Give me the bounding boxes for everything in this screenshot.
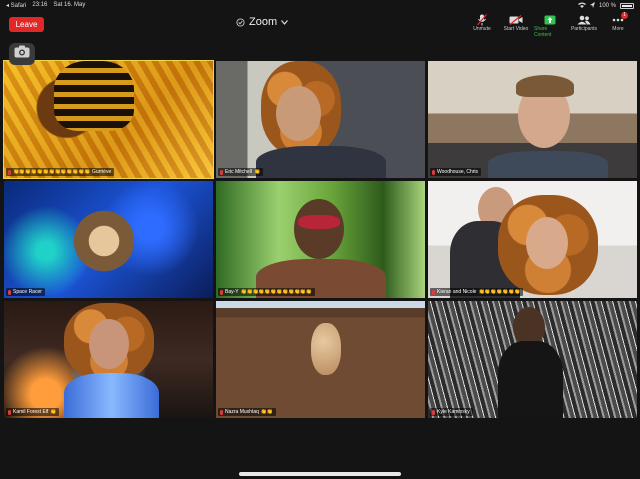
mic-off-icon [475, 14, 489, 26]
participant-name: Eric Mitchell [225, 169, 252, 175]
video-tile-active-speaker[interactable]: 👏👏👏👏👏👏👏👏👏👏👏👏👏 Gurriève [3, 60, 214, 179]
mic-muted-icon [220, 289, 223, 295]
shield-icon [236, 17, 245, 27]
meeting-title[interactable]: Zoom [236, 16, 289, 28]
share-screen-icon [543, 14, 557, 26]
participant-body [498, 341, 563, 418]
mic-muted-icon [220, 169, 223, 175]
participant-face [89, 319, 129, 369]
video-feed [74, 201, 134, 281]
participants-button[interactable]: Participants [568, 14, 600, 38]
reaction-emojis: 👏 [253, 169, 260, 175]
participant-name: Gurriève [92, 169, 112, 175]
more-icon: 1 [611, 12, 628, 26]
participant-body [256, 146, 386, 178]
share-content-label: Share Content [534, 26, 552, 38]
participant-body [64, 373, 159, 418]
leave-button[interactable]: Leave [9, 17, 44, 32]
video-tile[interactable]: Kyle Kaminsky [428, 301, 637, 418]
location-icon [589, 2, 595, 10]
mic-muted-icon [432, 409, 435, 415]
participant-name: Space Racer [13, 289, 42, 295]
participant-name-tag: Space Racer [6, 288, 45, 296]
participant-name-tag: Eric Mitchell 👏 [218, 168, 263, 176]
participant-name-tag: 👏👏👏👏👏👏👏👏👏👏👏👏👏 Gurriève [6, 168, 115, 176]
video-tile[interactable]: Kamil Forest Elf 👏 [4, 301, 213, 418]
participant-name-tag: Kyle Kaminsky [430, 408, 473, 416]
video-tile[interactable]: Space Racer [4, 181, 213, 298]
more-label: More [612, 26, 624, 32]
meeting-toolbar: Unmute Start Video Share Content Partici… [466, 12, 634, 38]
chevron-down-icon [281, 19, 289, 25]
battery-icon [620, 3, 634, 9]
video-tile[interactable]: Woodhouse, Chris [428, 61, 637, 178]
participant-face [526, 217, 568, 269]
reaction-emojis: 👏 [50, 409, 57, 415]
video-tile[interactable]: Kieran and Nicole 👏👏👏👏👏👏👏 [428, 181, 637, 298]
meeting-top-bar: Leave Zoom Unmute Start Video Share Cont… [0, 12, 640, 38]
participant-name-tag: Kieran and Nicole 👏👏👏👏👏👏👏 [430, 288, 523, 296]
mic-muted-icon [8, 169, 11, 175]
video-tile[interactable]: Eric Mitchell 👏 [216, 61, 425, 178]
mic-muted-icon [432, 169, 435, 175]
video-feed [311, 323, 341, 375]
participant-face [276, 86, 321, 141]
switch-camera-button[interactable] [9, 43, 35, 65]
participants-icon [577, 14, 591, 26]
battery-level: 100 % [598, 3, 616, 9]
participant-name: Kamil Forest Elf [13, 409, 49, 415]
participants-label: Participants [570, 26, 598, 32]
reaction-emojis: 👏👏👏👏👏👏👏👏👏👏👏👏 [240, 289, 312, 295]
meeting-title-text: Zoom [249, 16, 278, 28]
mic-muted-icon [432, 289, 435, 295]
mask [298, 215, 340, 229]
reaction-emojis: 👏👏 [260, 409, 273, 415]
participant-name-tag: Nazra Mushtaq 👏👏 [218, 408, 276, 416]
reaction-emojis: 👏👏👏👏👏👏👏 [478, 289, 520, 295]
video-grid: 👏👏👏👏👏👏👏👏👏👏👏👏👏 Gurriève Eric Mitchell 👏 W… [3, 60, 637, 419]
participant-body [488, 151, 608, 178]
camera-flip-icon [14, 45, 30, 63]
clock: 23:16 [32, 2, 48, 8]
share-content-button[interactable]: Share Content [534, 14, 566, 38]
participant-name: Bay-Y [225, 289, 239, 295]
participant-name: Kieran and Nicole [437, 289, 477, 295]
participant-name-tag: Bay-Y 👏👏👏👏👏👏👏👏👏👏👏👏 [218, 288, 315, 296]
participant-name: Kyle Kaminsky [437, 409, 470, 415]
participant-face [294, 199, 344, 259]
participant-name-tag: Kamil Forest Elf 👏 [6, 408, 60, 416]
home-indicator[interactable] [239, 472, 401, 476]
unmute-button[interactable]: Unmute [466, 14, 498, 38]
status-bar: ◂ Safari 23:16 Sat 16. May 100 % [0, 0, 640, 12]
start-video-label: Start Video [503, 26, 529, 32]
video-off-icon [509, 14, 523, 26]
participant-name: Nazra Mushtaq [225, 409, 259, 415]
wifi-icon [577, 2, 586, 10]
video-tile[interactable]: Nazra Mushtaq 👏👏 [216, 301, 425, 418]
video-feed [54, 61, 134, 131]
video-tile[interactable]: Bay-Y 👏👏👏👏👏👏👏👏👏👏👏👏 [216, 181, 425, 298]
date: Sat 16. May [53, 2, 86, 8]
participant-name-tag: Woodhouse, Chris [430, 168, 482, 176]
unmute-label: Unmute [473, 26, 491, 32]
participant-name: Woodhouse, Chris [437, 169, 479, 175]
reaction-emojis: 👏👏👏👏👏👏👏👏👏👏👏👏👏 [13, 169, 91, 175]
more-button[interactable]: 1 More [602, 12, 634, 38]
start-video-button[interactable]: Start Video [500, 14, 532, 38]
mic-muted-icon [8, 409, 11, 415]
participant-hair [516, 75, 574, 97]
back-to-app-link[interactable]: ◂ Safari [6, 2, 26, 9]
mic-muted-icon [8, 289, 11, 295]
mic-muted-icon [220, 409, 223, 415]
notification-badge: 1 [621, 12, 628, 19]
